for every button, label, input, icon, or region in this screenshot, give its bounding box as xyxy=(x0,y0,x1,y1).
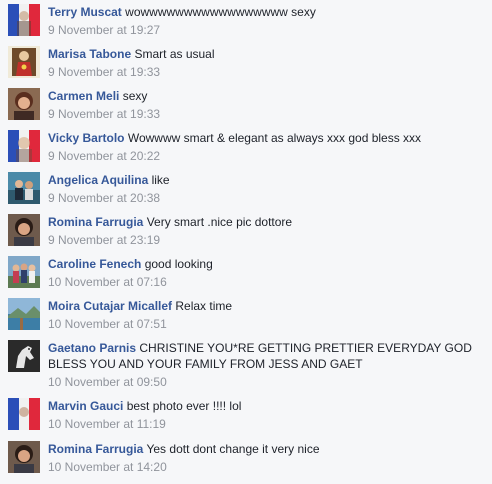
avatar[interactable] xyxy=(8,298,40,330)
horse-avatar-icon xyxy=(8,340,40,372)
avatar[interactable] xyxy=(8,88,40,120)
comment-item: Gaetano Parnis CHRISTINE YOU*RE GETTING … xyxy=(8,340,488,390)
comment-author[interactable]: Romina Farrugia xyxy=(48,442,143,456)
avatar[interactable] xyxy=(8,340,40,372)
comment-author[interactable]: Carmen Meli xyxy=(48,89,119,103)
woman-portrait-avatar-icon xyxy=(8,441,40,473)
woman-portrait-avatar-icon xyxy=(8,214,40,246)
comment-item: Angelica Aquilina like 9 November at 20:… xyxy=(8,172,488,206)
comment-timestamp[interactable]: 9 November at 20:22 xyxy=(48,148,488,164)
landscape-avatar-icon xyxy=(8,298,40,330)
comment-item: Vicky Bartolo Wowwww smart & elegant as … xyxy=(8,130,488,164)
comment-timestamp[interactable]: 9 November at 20:38 xyxy=(48,190,488,206)
comment-timestamp[interactable]: 10 November at 11:19 xyxy=(48,416,488,432)
avatar[interactable] xyxy=(8,172,40,204)
comment-text: Smart as usual xyxy=(134,47,215,61)
woman-portrait-avatar-icon xyxy=(8,88,40,120)
comment-timestamp[interactable]: 10 November at 07:16 xyxy=(48,274,488,290)
comment-text: good looking xyxy=(144,257,213,271)
comment-text: sexy xyxy=(122,89,148,103)
comment-author[interactable]: Angelica Aquilina xyxy=(48,173,148,187)
comment-author[interactable]: Gaetano Parnis xyxy=(48,341,136,355)
french-flag-avatar-icon xyxy=(8,4,40,36)
french-flag-avatar-icon xyxy=(8,130,40,162)
sacred-heart-avatar-icon xyxy=(8,46,40,78)
comment-item: Romina Farrugia Yes dott dont change it … xyxy=(8,441,488,475)
avatar[interactable] xyxy=(8,130,40,162)
comment-item: Marisa Tabone Smart as usual 9 November … xyxy=(8,46,488,80)
avatar[interactable] xyxy=(8,441,40,473)
comment-item: Caroline Fenech good looking 10 November… xyxy=(8,256,488,290)
people-photo-avatar-icon xyxy=(8,172,40,204)
comment-timestamp[interactable]: 10 November at 07:51 xyxy=(48,316,488,332)
group-photo-avatar-icon xyxy=(8,256,40,288)
avatar[interactable] xyxy=(8,4,40,36)
comment-text: Yes dott dont change it very nice xyxy=(146,442,320,456)
comment-timestamp[interactable]: 9 November at 19:33 xyxy=(48,106,488,122)
comment-item: Moira Cutajar Micallef Relax time 10 Nov… xyxy=(8,298,488,332)
comment-text: like xyxy=(151,173,170,187)
comment-item: Carmen Meli sexy 9 November at 19:33 xyxy=(8,88,488,122)
comment-timestamp[interactable]: 10 November at 14:20 xyxy=(48,459,488,475)
avatar[interactable] xyxy=(8,46,40,78)
comment-item: Terry Muscat wowwwwwwwwwwwwwwwww sexy 9 … xyxy=(8,4,488,38)
comment-text: Wowwww smart & elegant as always xxx god… xyxy=(127,131,422,145)
avatar[interactable] xyxy=(8,398,40,430)
comment-author[interactable]: Moira Cutajar Micallef xyxy=(48,299,172,313)
comment-author[interactable]: Marvin Gauci xyxy=(48,399,123,413)
comment-timestamp[interactable]: 10 November at 09:50 xyxy=(48,374,488,390)
french-flag-avatar-icon xyxy=(8,398,40,430)
comment-author[interactable]: Terry Muscat xyxy=(48,5,122,19)
comment-author[interactable]: Romina Farrugia xyxy=(48,215,143,229)
comment-text: best photo ever !!!! lol xyxy=(126,399,242,413)
comment-item: Romina Farrugia Very smart .nice pic dot… xyxy=(8,214,488,248)
comment-author[interactable]: Marisa Tabone xyxy=(48,47,131,61)
comment-timestamp[interactable]: 9 November at 19:27 xyxy=(48,22,488,38)
comment-timestamp[interactable]: 9 November at 23:19 xyxy=(48,232,488,248)
comment-item: Marvin Gauci best photo ever !!!! lol 10… xyxy=(8,398,488,432)
comment-text: wowwwwwwwwwwwwwwwww sexy xyxy=(125,5,316,19)
comment-text: Very smart .nice pic dottore xyxy=(146,215,293,229)
comment-author[interactable]: Caroline Fenech xyxy=(48,257,141,271)
comment-author[interactable]: Vicky Bartolo xyxy=(48,131,124,145)
avatar[interactable] xyxy=(8,256,40,288)
avatar[interactable] xyxy=(8,214,40,246)
comment-timestamp[interactable]: 9 November at 19:33 xyxy=(48,64,488,80)
comment-text: Relax time xyxy=(175,299,233,313)
